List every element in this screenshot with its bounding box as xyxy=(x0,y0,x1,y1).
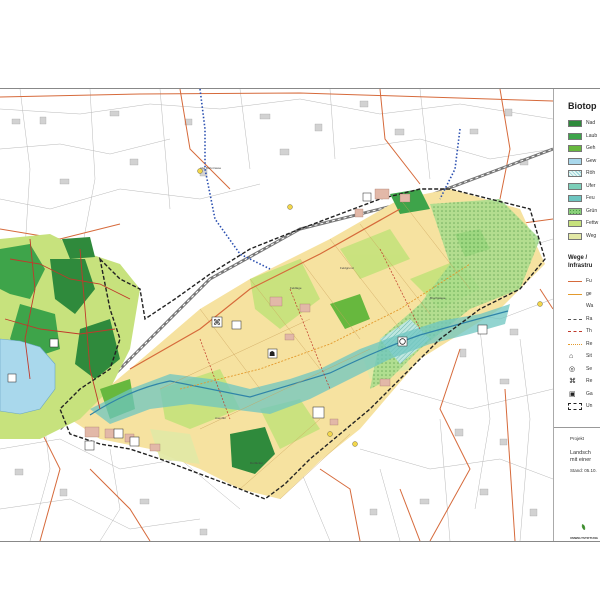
legend-item-biotope: Weg xyxy=(568,232,600,242)
legend-label: Gew xyxy=(586,157,597,164)
legend-panel: Biotop Nad Laub Geh Gew Röh Ufer Feu Grün Fettw W… xyxy=(553,89,600,541)
title-block: Projekt Landsch mit einer Stand: 05.10. … xyxy=(554,427,600,541)
legend-item-infrastructure: Re xyxy=(568,340,600,350)
legend-item-infrastructure: Th xyxy=(568,327,600,337)
legend-label: ge xyxy=(586,290,592,297)
legend-item-biotope: Ufer xyxy=(568,182,600,192)
garden-icon: ▣ xyxy=(569,390,576,398)
svg-text:☗: ☗ xyxy=(269,350,275,358)
legend-item-infrastructure: ⌂ Sit xyxy=(568,352,600,362)
legend-swatch xyxy=(568,195,582,202)
legend-swatch xyxy=(568,132,582,140)
legend-item-infrastructure: ⌘ Re xyxy=(568,377,600,387)
legend-label: Weg xyxy=(586,232,597,239)
legend-item-infrastructure: ge xyxy=(568,290,600,300)
title-block-line2: Landsch xyxy=(570,450,591,456)
legend-label: Ga xyxy=(586,390,593,397)
legend-title: Biotop xyxy=(568,101,597,111)
legend-swatch xyxy=(568,207,582,215)
legend-label: Sit xyxy=(586,353,592,359)
legend-swatch xyxy=(568,120,582,127)
title-block-date: Stand: 05.10. xyxy=(570,468,597,473)
logo-text: UMWELTSTIFTUNG xyxy=(570,536,598,540)
legend-label: Grün xyxy=(586,207,598,214)
legend-section2-title-line2: Infrastru xyxy=(568,263,593,269)
bench-icon: ⌂ xyxy=(569,353,574,360)
legend-swatch xyxy=(568,232,582,240)
legend-label: Geh xyxy=(586,145,596,151)
legend-label: Un xyxy=(586,403,593,409)
legend-line-swatch xyxy=(568,318,582,320)
svg-text:Feldlage: Feldlage xyxy=(290,286,302,290)
legend-label: Nad xyxy=(586,120,596,126)
legend-item-infrastructure: Ra xyxy=(568,315,600,325)
legend-item-biotope: Grün xyxy=(568,207,600,217)
legend-item-biotope: Röh xyxy=(568,169,600,179)
legend-line-swatch xyxy=(568,343,582,345)
legend-label: Re xyxy=(586,378,593,384)
svg-text:Alte Bahntrasse: Alte Bahntrasse xyxy=(200,166,222,170)
legend-label: Wa xyxy=(586,303,594,309)
legend-label: Feu xyxy=(586,195,595,201)
legend-label: Ufer xyxy=(586,182,596,189)
map-frame: Feldlage Feldgrund Auenflur Bruchwiese D… xyxy=(0,88,600,542)
map-canvas[interactable]: Feldlage Feldgrund Auenflur Bruchwiese D… xyxy=(0,89,553,541)
legend-label: Fu xyxy=(586,278,592,284)
legend-swatch xyxy=(568,182,582,190)
boundary-swatch xyxy=(568,403,582,410)
legend-swatch xyxy=(568,220,582,227)
svg-text:⌘: ⌘ xyxy=(213,318,221,327)
svg-text:Bruchwiese: Bruchwiese xyxy=(430,296,446,300)
legend-item-infrastructure: ◎ Se xyxy=(568,365,600,375)
legend-item-infrastructure: Fu xyxy=(568,277,600,287)
svg-text:Feldgrund: Feldgrund xyxy=(340,266,354,270)
legend-label: Ra xyxy=(586,315,593,322)
umweltstiftung-logo xyxy=(581,524,586,531)
legend-label: Laub xyxy=(586,132,598,139)
svg-text:Auenflur: Auenflur xyxy=(215,416,226,420)
legend-section2-title-line1: Wege / xyxy=(568,255,588,261)
legend-label: Se xyxy=(586,365,593,372)
legend-swatch xyxy=(568,170,582,177)
legend-line-swatch xyxy=(568,293,582,295)
title-block-line3: mit einer xyxy=(570,457,592,463)
legend-item-biotope: Gew xyxy=(568,157,600,167)
legend-line-swatch xyxy=(568,281,582,282)
legend-label: Re xyxy=(586,340,593,347)
svg-text:Dorfäcker: Dorfäcker xyxy=(250,461,263,465)
blue-route xyxy=(199,89,271,270)
legend-label: Fettw xyxy=(586,220,599,226)
title-block-project: Projekt xyxy=(570,436,585,441)
legend-swatch xyxy=(568,157,582,165)
legend-item-infrastructure: Un xyxy=(568,402,600,412)
legend-swatch xyxy=(568,145,582,152)
legend-label: Röh xyxy=(586,170,596,176)
legend-item-biotope: Laub xyxy=(568,132,600,142)
legend-item-biotope: Fettw xyxy=(568,219,600,229)
legend-item-biotope: Geh xyxy=(568,144,600,154)
legend-item-infrastructure: ▣ Ga xyxy=(568,390,600,400)
legend-item-infrastructure: Wa xyxy=(568,302,600,312)
viewpoint-icon: ◎ xyxy=(569,365,576,373)
legend-label: Th xyxy=(586,328,592,334)
rest-icon: ⌘ xyxy=(569,378,576,385)
legend-item-biotope: Nad xyxy=(568,119,600,129)
legend-item-biotope: Feu xyxy=(568,194,600,204)
legend-line-swatch xyxy=(568,331,582,332)
